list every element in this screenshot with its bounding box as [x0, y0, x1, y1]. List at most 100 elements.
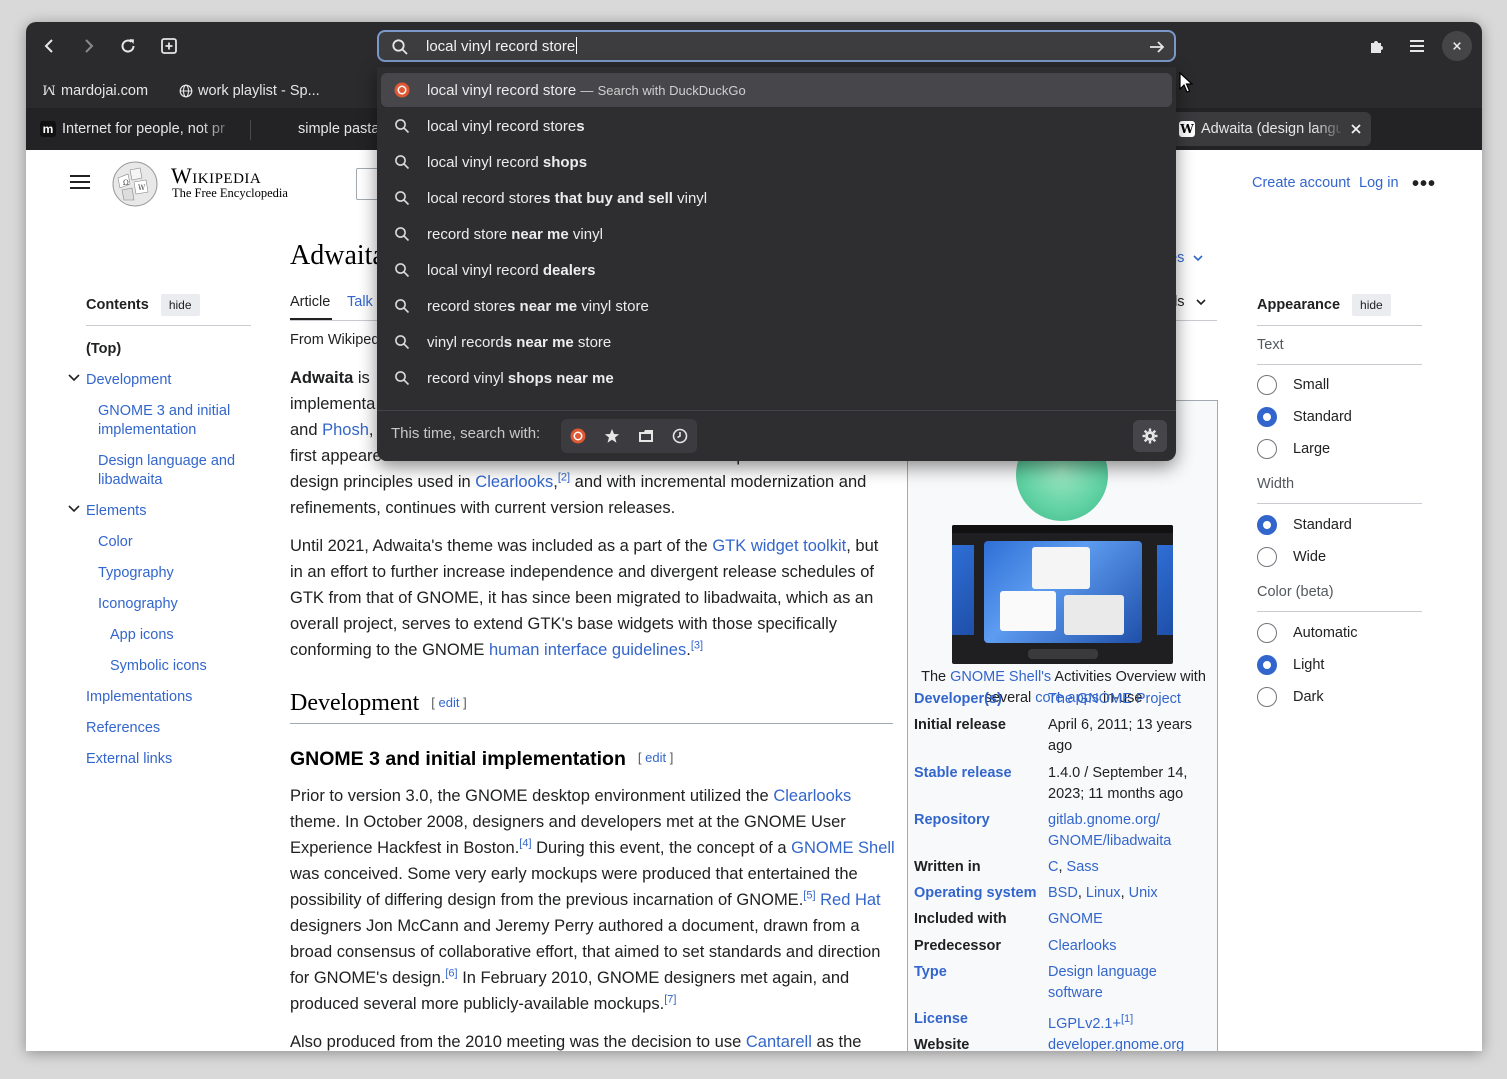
appearance-hide-button[interactable]: hide: [1352, 293, 1391, 316]
search-suggestion[interactable]: local vinyl record shops: [381, 145, 1172, 179]
go-arrow-icon[interactable]: [1148, 38, 1166, 56]
search-suggestion[interactable]: local vinyl record dealers: [381, 253, 1172, 287]
cantarell-link[interactable]: Cantarell: [746, 1033, 812, 1051]
toc-item-iconography[interactable]: Iconography: [98, 595, 178, 614]
license-link[interactable]: LGPLv2.1+: [1048, 1016, 1121, 1032]
close-window-button[interactable]: [1442, 31, 1472, 61]
radio-button[interactable]: [1257, 687, 1277, 707]
toc-item-implementations[interactable]: Implementations: [86, 688, 192, 707]
toc-item-symbolic-icons[interactable]: Symbolic icons: [110, 657, 207, 676]
sass-link[interactable]: Sass: [1067, 859, 1099, 875]
search-suggestion[interactable]: record stores near me vinyl store: [381, 289, 1172, 323]
infobox-key[interactable]: Operating system: [914, 883, 1037, 904]
website-link[interactable]: developer.gnome.org: [1048, 1035, 1213, 1051]
oneoff-bookmarks-button[interactable]: [603, 427, 621, 445]
tab-simple-pasta[interactable]: simple pasta: [298, 112, 378, 146]
infobox-value[interactable]: Design language software: [1048, 962, 1213, 1004]
forward-button[interactable]: [72, 30, 104, 62]
toc-item-design-language[interactable]: Design language and libadwaita: [98, 452, 248, 490]
bsd-link[interactable]: BSD: [1048, 885, 1078, 901]
tab-close-icon[interactable]: [1350, 123, 1362, 135]
toc-collapse-icon[interactable]: [67, 502, 81, 516]
clearlooks-link[interactable]: Clearlooks: [475, 473, 553, 491]
toc-item-references[interactable]: References: [86, 719, 160, 738]
infobox-key[interactable]: Type: [914, 962, 947, 983]
citation-link[interactable]: [1]: [1121, 1013, 1133, 1025]
toc-item-color[interactable]: Color: [98, 533, 133, 552]
citation-link[interactable]: [4]: [519, 838, 531, 850]
bookmark-work-playlist[interactable]: work playlist - Sp...: [179, 80, 320, 102]
gtk-link[interactable]: GTK widget toolkit: [712, 537, 846, 555]
radio-text-small[interactable]: Small: [1257, 375, 1329, 395]
radio-text-large[interactable]: Large: [1257, 439, 1330, 459]
radio-width-wide[interactable]: Wide: [1257, 547, 1326, 567]
toc-item-app-icons[interactable]: App icons: [110, 626, 174, 645]
bookmark-mardojai[interactable]: ꟽ mardojai.com: [42, 80, 148, 102]
infobox-key[interactable]: Stable release: [914, 763, 1012, 784]
search-suggestion[interactable]: vinyl records near me store: [381, 325, 1172, 359]
infobox-value[interactable]: The GNOME Project: [1048, 689, 1213, 710]
radio-button-selected[interactable]: [1257, 407, 1277, 427]
tab-internet-for-people[interactable]: m Internet for people, not pr: [40, 112, 240, 146]
oneoff-history-button[interactable]: [671, 427, 689, 445]
tab-article[interactable]: Article: [290, 294, 330, 310]
red-hat-link[interactable]: Red Hat: [820, 891, 881, 909]
citation-link[interactable]: [2]: [558, 472, 570, 484]
toc-item-elements[interactable]: Elements: [86, 502, 146, 521]
c-link[interactable]: C: [1048, 859, 1058, 875]
repository-link[interactable]: gitlab.gnome.org/ GNOME/libadwaita: [1048, 810, 1213, 852]
citation-link[interactable]: [7]: [664, 994, 676, 1006]
toc-item-gnome3[interactable]: GNOME 3 and initial implementation: [98, 402, 248, 440]
radio-button[interactable]: [1257, 375, 1277, 395]
search-suggestion[interactable]: record vinyl shops near me: [381, 361, 1172, 395]
wikipedia-globe-logo[interactable]: Ω W: [110, 160, 160, 208]
clearlooks-link[interactable]: Clearlooks: [773, 787, 851, 805]
main-menu-icon[interactable]: [70, 174, 90, 190]
gnome-shell-link[interactable]: GNOME Shell: [791, 839, 895, 857]
infobox-key[interactable]: License: [914, 1009, 968, 1030]
citation-link[interactable]: [5]: [803, 890, 815, 902]
tab-adwaita[interactable]: W Adwaita (design langu: [1171, 112, 1371, 146]
search-suggestion[interactable]: local vinyl record stores: [381, 109, 1172, 143]
search-suggestion[interactable]: local record stores that buy and sell vi…: [381, 181, 1172, 215]
gnome-activities-screenshot[interactable]: [952, 525, 1173, 664]
edit-link[interactable]: edit: [439, 695, 460, 710]
phosh-link[interactable]: Phosh: [322, 421, 369, 439]
extensions-button[interactable]: [1361, 30, 1393, 62]
reload-button[interactable]: [112, 30, 144, 62]
toc-item-external-links[interactable]: External links: [86, 750, 172, 769]
hig-link[interactable]: human interface guidelines: [489, 641, 686, 659]
app-menu-button[interactable]: [1401, 30, 1433, 62]
address-bar[interactable]: local vinyl record store: [377, 30, 1176, 62]
infobox-key[interactable]: Repository: [914, 810, 990, 831]
linux-link[interactable]: Linux: [1086, 885, 1121, 901]
tab-talk[interactable]: Talk: [347, 294, 373, 310]
radio-button[interactable]: [1257, 623, 1277, 643]
citation-link[interactable]: [6]: [445, 968, 457, 980]
radio-text-standard[interactable]: Standard: [1257, 407, 1352, 427]
gnome-shell-link[interactable]: GNOME Shell's: [950, 669, 1051, 685]
radio-width-standard[interactable]: Standard: [1257, 515, 1352, 535]
infobox-value[interactable]: GNOME: [1048, 909, 1213, 930]
unix-link[interactable]: Unix: [1129, 885, 1158, 901]
toc-item-typography[interactable]: Typography: [98, 564, 174, 583]
radio-button[interactable]: [1257, 439, 1277, 459]
radio-button[interactable]: [1257, 547, 1277, 567]
radio-color-automatic[interactable]: Automatic: [1257, 623, 1357, 643]
radio-color-light[interactable]: Light: [1257, 655, 1324, 675]
more-options-icon[interactable]: •••: [1412, 173, 1436, 196]
search-settings-button[interactable]: [1133, 420, 1167, 452]
toc-collapse-icon[interactable]: [67, 371, 81, 385]
toc-item-development[interactable]: Development: [86, 371, 171, 390]
suggestion-search-duckduckgo[interactable]: local vinyl record store — Search with D…: [381, 73, 1172, 107]
search-suggestion[interactable]: record store near me vinyl: [381, 217, 1172, 251]
new-tab-button[interactable]: [153, 30, 185, 62]
edit-link[interactable]: edit: [645, 750, 666, 765]
radio-button-selected[interactable]: [1257, 655, 1277, 675]
oneoff-duckduckgo-button[interactable]: [569, 427, 587, 445]
create-account-link[interactable]: Create account: [1252, 175, 1350, 191]
address-input[interactable]: local vinyl record store: [426, 37, 578, 57]
back-button[interactable]: [34, 30, 66, 62]
radio-button-selected[interactable]: [1257, 515, 1277, 535]
toc-hide-button[interactable]: hide: [160, 293, 200, 316]
